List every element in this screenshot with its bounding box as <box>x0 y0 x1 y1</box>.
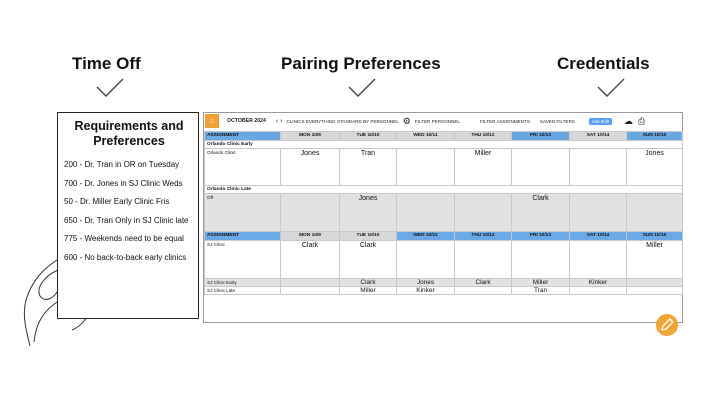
assignment-cell[interactable]: Clark <box>454 278 512 287</box>
requirement-item: 650 - Dr. Tran Only in SJ Clinic late <box>64 215 189 225</box>
day-header[interactable]: WED 10/11 <box>396 131 455 141</box>
day-header[interactable]: THU 10/12 <box>454 231 512 241</box>
table-row: Off Jones Clark <box>204 193 683 232</box>
assignment-cell[interactable] <box>569 148 627 186</box>
assignment-cell[interactable] <box>511 148 570 186</box>
assignment-cell[interactable] <box>454 240 512 279</box>
assignment-cell[interactable]: Clark <box>511 193 570 232</box>
requirement-item: 700 - Dr. Jones in SJ Clinic Weds <box>64 178 183 188</box>
section-title: Orlando Clinic Early <box>204 140 683 149</box>
heading-credentials: Credentials <box>557 54 650 73</box>
assignment-cell[interactable] <box>626 286 683 295</box>
edit-pencil-icon[interactable] <box>656 314 678 336</box>
assignment-cell[interactable]: Kinker <box>569 278 627 287</box>
assignment-cell[interactable] <box>280 286 340 295</box>
assignment-cell[interactable] <box>626 278 683 287</box>
day-header[interactable]: SUN 10/15 <box>626 231 683 241</box>
schedule-header-row: ASSIGNMENT MON 10/9 TUE 10/10 WED 10/11 … <box>204 231 683 241</box>
requirements-title: Requirements and Preferences <box>74 119 184 148</box>
section-row: Orlando Clinic Late <box>204 185 683 194</box>
assignment-cell[interactable]: Jones <box>626 148 683 186</box>
assignment-cell[interactable]: Clark <box>280 240 340 279</box>
assignment-cell[interactable]: Jones <box>280 148 340 186</box>
row-label: SJ Clinic <box>204 240 281 279</box>
assignment-cell[interactable] <box>396 240 455 279</box>
add-shift-button[interactable]: Add Shift <box>588 117 612 125</box>
print-icon[interactable]: ⎙ <box>638 116 645 127</box>
assignment-header: ASSIGNMENT <box>204 131 281 141</box>
day-header[interactable]: FRI 10/13 <box>511 131 570 141</box>
schedule-grid: ASSIGNMENT MON 10/9 TUE 10/10 WED 10/11 … <box>204 131 683 295</box>
requirement-item: 775 - Weekends need to be equal <box>64 234 184 244</box>
schedule-header-row: ASSIGNMENT MON 10/9 TUE 10/10 WED 10/11 … <box>204 131 683 141</box>
day-header[interactable]: SAT 10/14 <box>569 131 627 141</box>
assignment-cell[interactable] <box>454 286 512 295</box>
table-row: Orlando Clinic Jones Tran Miller Jones <box>204 148 683 186</box>
filter-personnel[interactable]: FILTER PERSONNEL <box>415 119 460 124</box>
day-header[interactable]: MON 10/9 <box>280 231 340 241</box>
assignment-cell[interactable]: Clark <box>339 240 397 279</box>
assignment-cell[interactable]: Miller <box>511 278 570 287</box>
day-header[interactable]: FRI 10/13 <box>511 231 570 241</box>
requirements-card: Requirements and Preferences 200 - Dr. T… <box>57 112 199 319</box>
assignment-cell[interactable] <box>280 193 340 232</box>
gear-icon[interactable]: ⚙ <box>403 116 411 127</box>
day-header[interactable]: SUN 10/15 <box>626 131 683 141</box>
day-header[interactable]: THU 10/12 <box>454 131 512 141</box>
prev-next-arrows-icon[interactable]: ‹ › <box>276 118 283 125</box>
table-row: SJ Clinic Early Clark Jones Clark Miller… <box>204 278 683 287</box>
table-row: SJ Clinic Clark Clark Miller <box>204 240 683 279</box>
assignment-cell[interactable]: Clark <box>339 278 397 287</box>
assignment-cell[interactable]: Miller <box>454 148 512 186</box>
day-header[interactable]: WED 10/11 <box>396 231 455 241</box>
row-label: SJ Clinic Late <box>204 286 281 295</box>
assignment-cell[interactable]: Jones <box>396 278 455 287</box>
clinics-filter[interactable]: CLINICS EVERYTHING STANDARD BY PERSONNEL <box>286 119 398 124</box>
saved-filters[interactable]: SAVED FILTERS <box>540 119 575 124</box>
day-header[interactable]: TUE 10/10 <box>339 131 397 141</box>
assignment-cell[interactable]: Miller <box>339 286 397 295</box>
assignment-cell[interactable]: Tran <box>339 148 397 186</box>
heading-pairing-preferences: Pairing Preferences <box>281 54 441 73</box>
day-header[interactable]: TUE 10/10 <box>339 231 397 241</box>
row-label: SJ Clinic Early <box>204 278 281 287</box>
requirement-item: 200 - Dr. Tran in OR on Tuesday <box>64 160 180 169</box>
heading-time-off: Time Off <box>72 54 141 73</box>
assignment-cell[interactable] <box>454 193 512 232</box>
assignment-cell[interactable] <box>569 193 627 232</box>
cloud-download-icon[interactable]: ☁ <box>624 116 633 127</box>
requirement-item: 50 - Dr. Miller Early Clinic Fris <box>64 197 170 207</box>
assignment-cell[interactable] <box>569 240 627 279</box>
section-title: Orlando Clinic Late <box>204 185 683 194</box>
checkmark-icon <box>348 78 376 97</box>
assignment-cell[interactable] <box>280 278 340 287</box>
assignment-cell[interactable]: Jones <box>339 193 397 232</box>
month-label: OCTOBER 2024 <box>227 118 266 124</box>
assignment-cell[interactable]: Miller <box>626 240 683 279</box>
day-header[interactable]: SAT 10/14 <box>569 231 627 241</box>
filter-assignments[interactable]: FILTER ASSIGNMENTS <box>480 119 530 124</box>
row-label: Off <box>204 193 281 232</box>
schedule-panel: ⌂ OCTOBER 2024 ‹ › CLINICS EVERYTHING ST… <box>203 112 683 323</box>
assignment-cell[interactable] <box>396 148 455 186</box>
section-row: Orlando Clinic Early <box>204 140 683 149</box>
assignment-cell[interactable] <box>569 286 627 295</box>
app-logo-icon: ⌂ <box>205 114 219 128</box>
assignment-cell[interactable] <box>396 193 455 232</box>
assignment-cell[interactable] <box>626 193 683 232</box>
assignment-cell[interactable]: Tran <box>511 286 570 295</box>
day-header[interactable]: MON 10/9 <box>280 131 340 141</box>
checkmark-icon <box>96 78 124 97</box>
assignment-cell[interactable]: Kinker <box>396 286 455 295</box>
assignment-cell[interactable] <box>511 240 570 279</box>
schedule-toolbar: ⌂ OCTOBER 2024 ‹ › CLINICS EVERYTHING ST… <box>204 113 682 129</box>
table-row: SJ Clinic Late Miller Kinker Tran <box>204 286 683 295</box>
checkmark-icon <box>597 78 625 97</box>
row-label: Orlando Clinic <box>204 148 281 186</box>
assignment-header: ASSIGNMENT <box>204 231 281 241</box>
requirement-item: 600 - No back-to-back early clinics <box>64 252 187 262</box>
